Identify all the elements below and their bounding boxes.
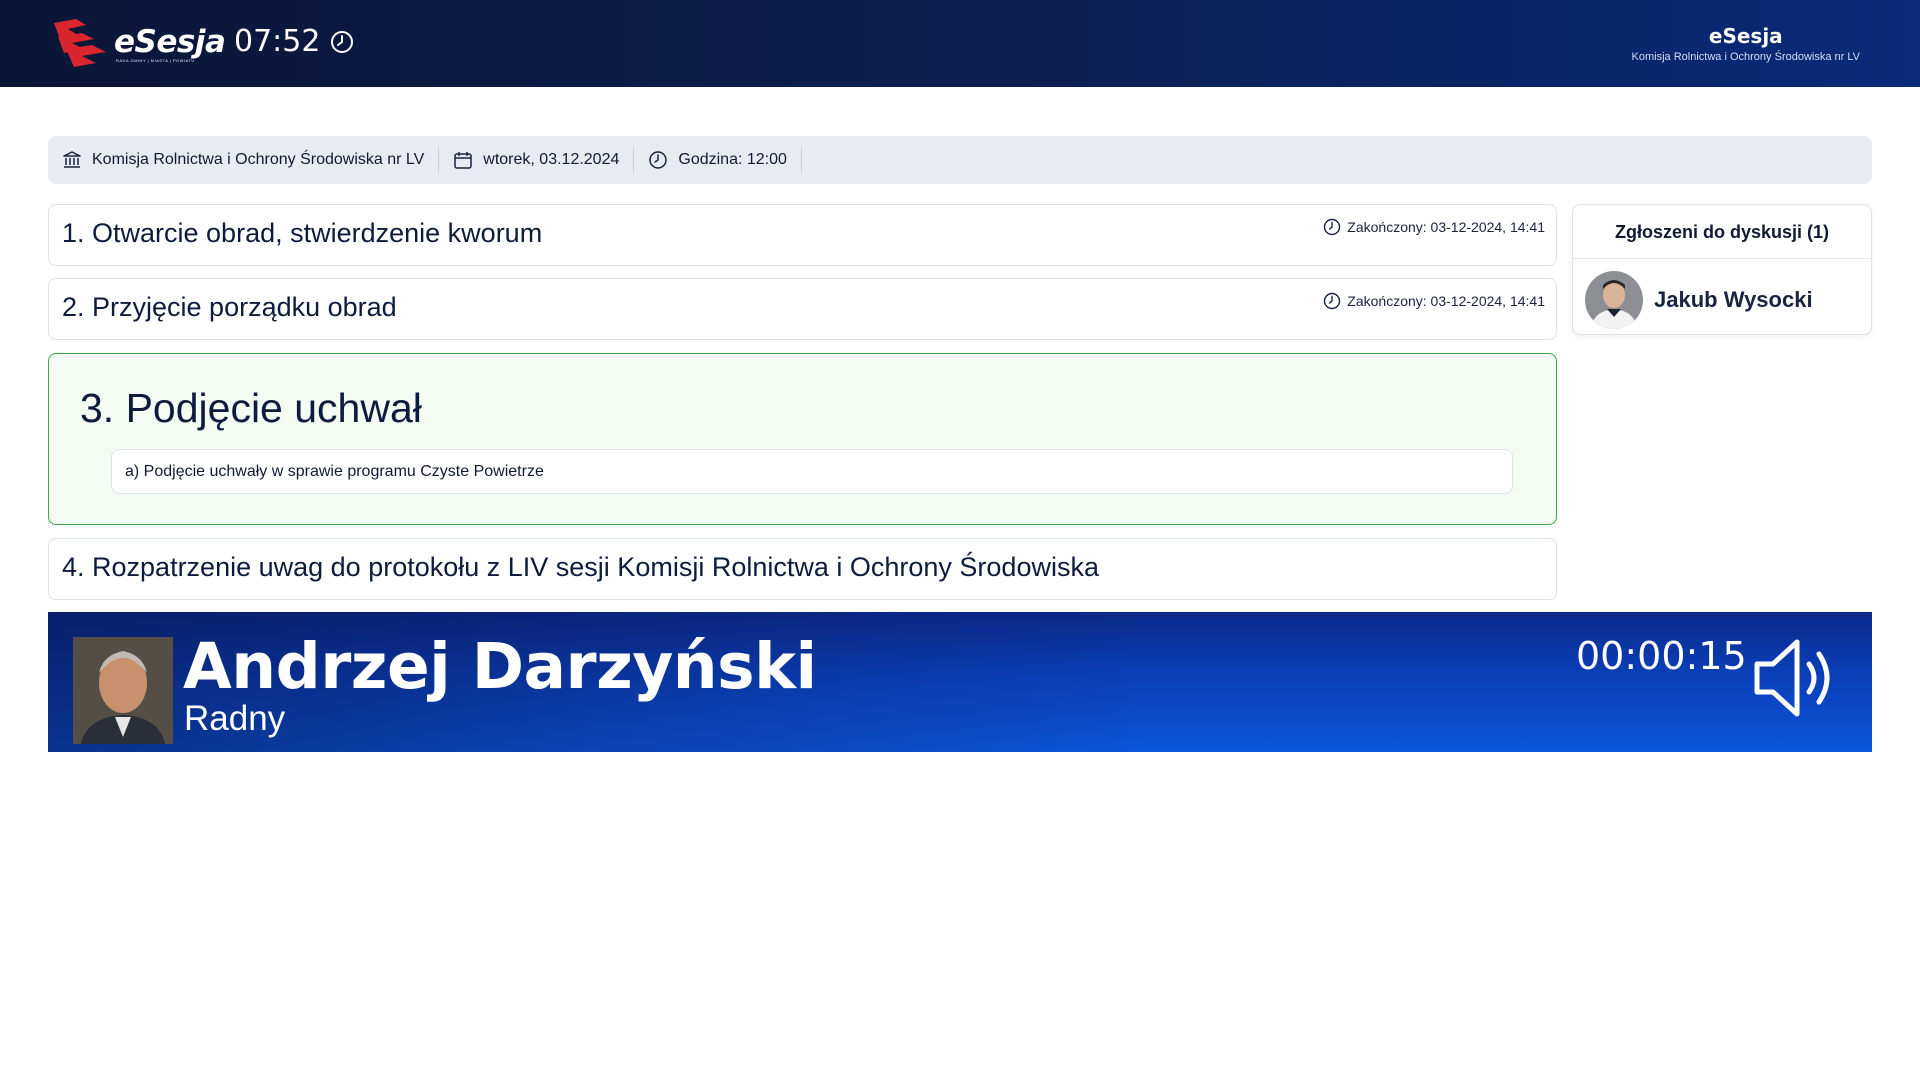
calendar-icon xyxy=(454,152,473,169)
brand-title: eSesja xyxy=(1708,24,1783,48)
current-time-value: 07:52 xyxy=(234,24,321,59)
session-info-bar: Komisja Rolnictwa i Ochrony Środowiska n… xyxy=(48,136,1872,184)
building-icon xyxy=(63,151,81,168)
agenda-item-title: 4. Rozpatrzenie uwag do protokołu z LIV … xyxy=(62,552,1099,582)
current-time: 07:52 xyxy=(234,24,354,59)
discussion-person-name: Jakub Wysocki xyxy=(1654,287,1813,312)
agenda-item-title: 3. Podjęcie uchwał xyxy=(80,385,422,431)
avatar xyxy=(1585,271,1643,329)
clock-icon xyxy=(649,151,668,169)
agenda-item-3-active[interactable]: 3. Podjęcie uchwał a) Podjęcie uchwały w… xyxy=(48,353,1557,525)
brand-subtitle: Komisja Rolnictwa i Ochrony Środowiska n… xyxy=(1631,51,1860,63)
esesja-logo[interactable]: eSesja RADA GMINY | MIASTA | POWIATU xyxy=(48,18,226,70)
agenda-item-status-label: Zakończony: 03-12-2024, 14:41 xyxy=(1347,293,1545,309)
agenda-item-2[interactable]: 2. Przyjęcie porządku obrad Zakończony: … xyxy=(48,278,1557,340)
clock-icon xyxy=(1324,218,1341,236)
info-date: wtorek, 03.12.2024 xyxy=(439,147,635,173)
current-speaker-bar: Andrzej Darzyński Radny 00:00:15 xyxy=(48,612,1872,752)
info-time: Godzina: 12:00 xyxy=(634,147,802,173)
info-date-label: wtorek, 03.12.2024 xyxy=(483,151,620,168)
logo-tagline: RADA GMINY | MIASTA | POWIATU xyxy=(116,57,195,63)
discussion-panel: Zgłoszeni do dyskusji (1) Jakub Wysocki xyxy=(1572,204,1872,335)
person-avatar-icon xyxy=(1585,271,1643,329)
top-bar: eSesja RADA GMINY | MIASTA | POWIATU 07:… xyxy=(0,0,1920,87)
agenda-item-title: 1. Otwarcie obrad, stwierdzenie kworum xyxy=(62,218,543,248)
info-committee: Komisja Rolnictwa i Ochrony Środowiska n… xyxy=(62,147,440,173)
agenda-item-status-label: Zakończony: 03-12-2024, 14:41 xyxy=(1347,219,1545,235)
clock-icon xyxy=(331,30,354,53)
discussion-person[interactable]: Jakub Wysocki xyxy=(1573,259,1871,329)
info-time-label: Godzina: 12:00 xyxy=(678,151,787,168)
speaker-name: Andrzej Darzyński xyxy=(183,630,817,703)
agenda-item-4[interactable]: 4. Rozpatrzenie uwag do protokołu z LIV … xyxy=(48,538,1557,600)
logo-mark-icon xyxy=(54,19,106,67)
agenda-item-title: 2. Przyjęcie porządku obrad xyxy=(62,292,397,322)
header-brand: eSesja Komisja Rolnictwa i Ochrony Środo… xyxy=(1632,24,1860,63)
speaker-photo xyxy=(73,637,173,744)
logo-word: eSesja xyxy=(114,23,226,60)
discussion-panel-header: Zgłoszeni do dyskusji (1) xyxy=(1573,205,1871,259)
person-avatar-icon xyxy=(73,637,173,744)
agenda-item-status: Zakończony: 03-12-2024, 14:41 xyxy=(1323,292,1545,310)
agenda-item-status: Zakończony: 03-12-2024, 14:41 xyxy=(1323,218,1545,236)
speaker-timer: 00:00:15 xyxy=(1576,634,1747,678)
speaker-volume-icon[interactable] xyxy=(1753,634,1837,722)
speaker-role: Radny xyxy=(184,699,286,738)
clock-icon xyxy=(1324,292,1341,310)
agenda-item-1[interactable]: 1. Otwarcie obrad, stwierdzenie kworum Z… xyxy=(48,204,1557,266)
info-committee-label: Komisja Rolnictwa i Ochrony Środowiska n… xyxy=(92,151,425,168)
agenda-subitem[interactable]: a) Podjęcie uchwały w sprawie programu C… xyxy=(111,449,1513,494)
